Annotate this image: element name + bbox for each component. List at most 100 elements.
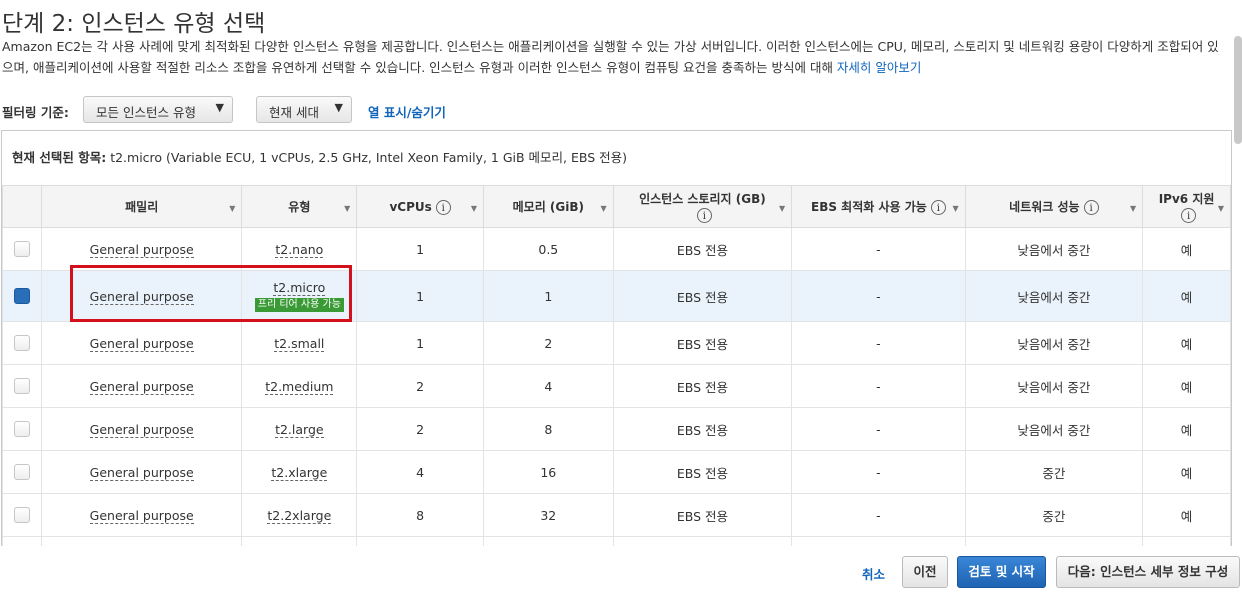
vcpus-column-header[interactable]: vCPUs i ▼ bbox=[356, 185, 484, 228]
ebs-cell: - bbox=[791, 270, 966, 322]
info-icon[interactable]: i bbox=[930, 199, 946, 215]
ipv6-column-header[interactable]: IPv6 지원 i ▼ bbox=[1142, 185, 1231, 228]
ipv6-cell: 예 bbox=[1142, 364, 1231, 408]
empty-cell bbox=[791, 536, 966, 546]
row-checkbox[interactable] bbox=[13, 241, 30, 258]
empty-cell bbox=[612, 536, 793, 546]
row-checkbox[interactable] bbox=[13, 421, 30, 438]
ebs-cell: - bbox=[791, 450, 966, 494]
family-value: General purpose bbox=[89, 241, 194, 258]
row-checkbox[interactable] bbox=[13, 288, 30, 305]
ebs-column-header[interactable]: EBS 최적화 사용 가능 i ▼ bbox=[791, 185, 966, 228]
next-configure-instance-button[interactable]: 다음: 인스턴스 세부 정보 구성 bbox=[1056, 556, 1240, 588]
family-value: General purpose bbox=[89, 464, 194, 481]
sort-icon: ▼ bbox=[344, 204, 351, 213]
info-icon[interactable]: i bbox=[435, 199, 451, 215]
memory-cell: 0.5 bbox=[482, 227, 614, 271]
type-value: t2.large bbox=[275, 421, 324, 438]
ebs-header-label: EBS 최적화 사용 가능 bbox=[811, 199, 927, 214]
type-cell: t2.2xlarge bbox=[241, 493, 358, 537]
row-select-cell[interactable] bbox=[2, 270, 42, 322]
family-value: General purpose bbox=[89, 421, 194, 438]
family-cell: General purpose bbox=[40, 321, 243, 365]
sort-icon: ▼ bbox=[1129, 204, 1137, 213]
info-icon[interactable]: i bbox=[696, 207, 712, 223]
current-selection-value: t2.micro (Variable ECU, 1 vCPUs, 2.5 GHz… bbox=[110, 150, 628, 165]
memory-cell: 16 bbox=[482, 450, 614, 494]
row-select-cell[interactable] bbox=[2, 450, 42, 494]
memory-cell: 2 bbox=[482, 321, 614, 365]
ipv6-cell: 예 bbox=[1142, 407, 1231, 451]
storage-cell: EBS 전용 bbox=[612, 321, 793, 365]
sort-icon: ▼ bbox=[1217, 204, 1224, 213]
page-description: Amazon EC2는 각 사용 사례에 맞게 최적화된 다양한 인스턴스 유형… bbox=[2, 36, 1224, 78]
filter-bar: 필터링 기준: 모든 인스턴스 유형 ▼ 현재 세대 ▼ 열 표시/숨기기 bbox=[2, 96, 802, 125]
chevron-down-icon: ▼ bbox=[334, 101, 343, 114]
review-and-launch-button[interactable]: 검토 및 시작 bbox=[957, 556, 1046, 588]
sort-icon: ▼ bbox=[952, 204, 959, 213]
show-hide-columns-link[interactable]: 열 표시/숨기기 bbox=[368, 102, 446, 121]
type-column-header[interactable]: 유형 ▼ bbox=[241, 185, 358, 228]
vcpus-cell: 1 bbox=[356, 270, 484, 322]
family-value: General purpose bbox=[89, 507, 194, 524]
row-select-cell[interactable] bbox=[2, 493, 42, 537]
memory-cell: 1 bbox=[482, 270, 614, 322]
type-value: t2.2xlarge bbox=[267, 507, 332, 524]
info-icon[interactable]: i bbox=[1083, 199, 1099, 215]
previous-button[interactable]: 이전 bbox=[902, 556, 948, 588]
storage-cell: EBS 전용 bbox=[612, 270, 793, 322]
table-row[interactable]: General purpose t2.medium 2 4 EBS 전용 - 낮음에서 중간… bbox=[2, 364, 1231, 408]
type-header-label: 유형 bbox=[288, 199, 311, 214]
empty-cell bbox=[241, 536, 358, 546]
ipv6-header-label: IPv6 지원 bbox=[1158, 191, 1215, 206]
description-text: Amazon EC2는 각 사용 사례에 맞게 최적화된 다양한 인스턴스 유형… bbox=[2, 39, 1219, 75]
page-scrollbar[interactable] bbox=[1234, 36, 1242, 144]
vcpus-cell: 2 bbox=[356, 407, 484, 451]
empty-cell bbox=[482, 536, 614, 546]
vcpus-cell: 4 bbox=[356, 450, 484, 494]
ebs-cell: - bbox=[791, 364, 966, 408]
storage-cell: EBS 전용 bbox=[612, 227, 793, 271]
row-select-cell[interactable] bbox=[2, 364, 42, 408]
memory-column-header[interactable]: 메모리 (GiB) ▼ bbox=[482, 185, 614, 228]
memory-cell: 8 bbox=[482, 407, 614, 451]
table-row[interactable]: General purpose t2.2xlarge 8 32 EBS 전용 - 중간 예 bbox=[2, 493, 1231, 537]
storage-column-header[interactable]: 인스턴스 스토리지 (GB) i ▼ bbox=[612, 185, 793, 228]
row-select-cell[interactable] bbox=[2, 407, 42, 451]
network-cell: 중간 bbox=[964, 450, 1144, 494]
row-checkbox[interactable] bbox=[13, 378, 30, 395]
storage-cell: EBS 전용 bbox=[612, 407, 793, 451]
row-checkbox[interactable] bbox=[13, 335, 30, 352]
ipv6-cell: 예 bbox=[1142, 321, 1231, 365]
network-column-header[interactable]: 네트워크 성능 i ▼ bbox=[964, 185, 1144, 228]
instance-type-panel: 현재 선택된 항목: t2.micro (Variable ECU, 1 vCP… bbox=[1, 130, 1232, 546]
row-select-cell[interactable] bbox=[2, 227, 42, 271]
ebs-cell: - bbox=[791, 227, 966, 271]
current-selection-label: 현재 선택된 항목: bbox=[12, 150, 107, 165]
row-checkbox[interactable] bbox=[13, 464, 30, 481]
vcpus-cell: 2 bbox=[356, 364, 484, 408]
table-row[interactable]: General purpose t2.small 1 2 EBS 전용 - 낮음에서 중간 예 bbox=[2, 321, 1231, 365]
row-checkbox[interactable] bbox=[13, 507, 30, 524]
filter-label: 필터링 기준: bbox=[2, 105, 69, 120]
instance-type-filter-select[interactable]: 모든 인스턴스 유형 ▼ bbox=[83, 96, 233, 123]
ebs-cell: - bbox=[791, 407, 966, 451]
info-icon[interactable]: i bbox=[1181, 207, 1197, 223]
learn-more-link[interactable]: 자세히 알아보기 bbox=[837, 60, 921, 75]
ebs-cell: - bbox=[791, 321, 966, 365]
row-select-cell[interactable] bbox=[2, 321, 42, 365]
network-cell: 낮음에서 중간 bbox=[964, 321, 1144, 365]
cancel-button[interactable]: 취소 bbox=[862, 564, 885, 583]
table-row[interactable]: General purpose t2.large 2 8 EBS 전용 - 낮음에서 중간 예 bbox=[2, 407, 1231, 451]
generation-filter-select[interactable]: 현재 세대 ▼ bbox=[256, 96, 352, 123]
family-header-label: 패밀리 bbox=[125, 199, 159, 214]
family-column-header[interactable]: 패밀리 ▼ bbox=[40, 185, 243, 228]
sort-icon: ▼ bbox=[229, 204, 236, 213]
table-row[interactable]: General purpose t2.xlarge 4 16 EBS 전용 - 중간 예 bbox=[2, 450, 1231, 494]
page-title: 단계 2: 인스턴스 유형 선택 bbox=[2, 11, 266, 37]
network-cell: 낮음에서 중간 bbox=[964, 270, 1144, 322]
type-cell: t2.xlarge bbox=[241, 450, 358, 494]
vcpus-cell: 1 bbox=[356, 321, 484, 365]
empty-cell bbox=[2, 536, 42, 546]
memory-cell: 32 bbox=[482, 493, 614, 537]
